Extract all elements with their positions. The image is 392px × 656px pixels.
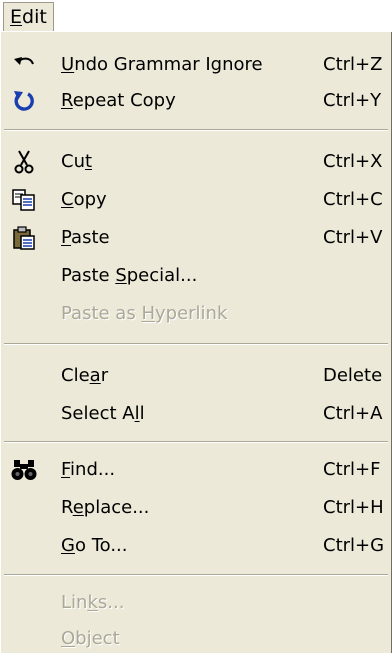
menu-item-select-all[interactable]: Select All Ctrl+A (1, 397, 391, 431)
menu-item-find-label-post: ind... (70, 459, 116, 480)
repeat-icon (11, 88, 37, 114)
menu-item-clear[interactable]: Clear Delete (1, 359, 391, 393)
menu-item-find-shortcut: Ctrl+F (323, 459, 381, 480)
menu-item-clear-mnemonic: a (89, 365, 101, 386)
edit-menu-title[interactable]: Edit (3, 2, 54, 31)
menu-item-paste-as-hyperlink-label-post: yperlink (154, 303, 228, 324)
menu-item-copy-label-post: opy (73, 189, 107, 210)
menu-item-undo-label: Undo Grammar Ignore (61, 48, 263, 82)
paste-icon (11, 225, 37, 251)
menu-item-cut-label-pre: Cu (61, 151, 85, 172)
menu-separator (4, 343, 388, 345)
menu-item-cut-shortcut: Ctrl+X (323, 151, 383, 172)
menu-item-go-to-label: Go To... (61, 529, 128, 563)
menu-item-cut-mnemonic: t (84, 151, 93, 172)
scissors-icon (11, 149, 37, 175)
menu-item-paste-as-hyperlink-label: Paste as Hyperlink (61, 297, 227, 331)
menu-item-paste-special-mnemonic: S (115, 265, 127, 286)
menu-separator (4, 441, 388, 443)
menu-item-go-to[interactable]: Go To... Ctrl+G (1, 529, 391, 563)
menu-item-paste-shortcut: Ctrl+V (323, 227, 383, 248)
menu-item-copy[interactable]: Copy Ctrl+C (1, 183, 391, 217)
edit-menu-title-rest: dit (22, 6, 47, 28)
menu-item-replace-label-post: place... (83, 497, 150, 518)
menu-item-paste-special-label-post: pecial... (126, 265, 198, 286)
menu-item-paste-label-post: aste (71, 227, 110, 248)
menu-item-find-label: Find... (61, 453, 115, 487)
menu-item-paste-label: Paste (61, 221, 110, 255)
edit-menu-title-mnemonic: E (10, 6, 23, 28)
menu-item-paste-special-label: Paste Special... (61, 259, 197, 293)
menu-item-object-label-post: bject (75, 628, 120, 649)
menu-item-links-label: Links... (61, 586, 124, 620)
menu-item-go-to-label-post: o To... (74, 535, 128, 556)
menu-item-repeat-mnemonic: R (61, 90, 73, 111)
menu-item-paste-mnemonic: P (61, 227, 72, 248)
menu-item-clear-label-pre: Cle (61, 365, 90, 386)
menu-item-object-label: Object (61, 622, 120, 656)
edit-dropdown-menu: Undo Grammar Ignore Ctrl+Z Repeat Copy C… (0, 32, 392, 653)
menu-item-repeat[interactable]: Repeat Copy Ctrl+Y (1, 84, 391, 118)
menu-item-links-mnemonic: k (87, 592, 98, 613)
menu-item-links-label-pre: Lin (61, 592, 88, 613)
menu-item-paste-as-hyperlink-mnemonic: H (141, 303, 155, 324)
menu-item-replace-mnemonic: e (72, 497, 84, 518)
menu-item-object: Object (1, 622, 391, 656)
menu-item-replace-label-pre: R (61, 497, 73, 518)
menu-item-undo-shortcut: Ctrl+Z (323, 54, 383, 75)
menu-item-go-to-shortcut: Ctrl+G (323, 535, 385, 556)
menu-item-replace-shortcut: Ctrl+H (323, 497, 384, 518)
menu-item-repeat-shortcut: Ctrl+Y (323, 90, 382, 111)
menu-bar: Edit (0, 0, 392, 32)
menu-item-paste-special-label-pre: Paste (61, 265, 116, 286)
menu-item-clear-label-post: r (100, 365, 109, 386)
copy-icon (11, 187, 37, 213)
menu-item-undo[interactable]: Undo Grammar Ignore Ctrl+Z (1, 48, 391, 82)
menu-item-find[interactable]: Find... Ctrl+F (1, 453, 391, 487)
menu-item-select-all-shortcut: Ctrl+A (323, 403, 383, 424)
binoculars-icon (11, 457, 37, 483)
menu-item-cut[interactable]: Cut Ctrl+X (1, 145, 391, 179)
menu-item-links: Links... (1, 586, 391, 620)
menu-item-replace-label: Replace... (61, 491, 149, 525)
menu-item-object-mnemonic: O (61, 628, 76, 649)
menu-item-paste-as-hyperlink: Paste as Hyperlink (1, 297, 391, 331)
menu-item-cut-label: Cut (61, 145, 92, 179)
menu-item-repeat-label: Repeat Copy (61, 84, 176, 118)
menu-item-clear-shortcut: Delete (323, 365, 383, 386)
menu-separator (4, 129, 388, 131)
menu-item-paste[interactable]: Paste Ctrl+V (1, 221, 391, 255)
menu-item-paste-as-hyperlink-label-pre: Paste as (61, 303, 142, 324)
menu-item-select-all-label-pre: Select A (61, 403, 135, 424)
menu-item-copy-shortcut: Ctrl+C (323, 189, 383, 210)
menu-item-select-all-label: Select All (61, 397, 145, 431)
menu-item-undo-label-post: ndo Grammar Ignore (74, 54, 263, 75)
menu-item-paste-special[interactable]: Paste Special... (1, 259, 391, 293)
menu-item-copy-label: Copy (61, 183, 107, 217)
menu-separator (4, 574, 388, 576)
menu-item-go-to-mnemonic: G (61, 535, 75, 556)
menu-item-copy-mnemonic: C (61, 189, 74, 210)
menu-item-links-label-post: s... (97, 592, 125, 613)
menu-item-replace[interactable]: Replace... Ctrl+H (1, 491, 391, 525)
undo-icon (11, 52, 37, 78)
menu-item-find-mnemonic: F (61, 459, 71, 480)
menu-item-select-all-label-post: l (139, 403, 145, 424)
menu-item-undo-mnemonic: U (61, 54, 75, 75)
menu-item-repeat-label-post: epeat Copy (72, 90, 176, 111)
menu-item-clear-label: Clear (61, 359, 108, 393)
